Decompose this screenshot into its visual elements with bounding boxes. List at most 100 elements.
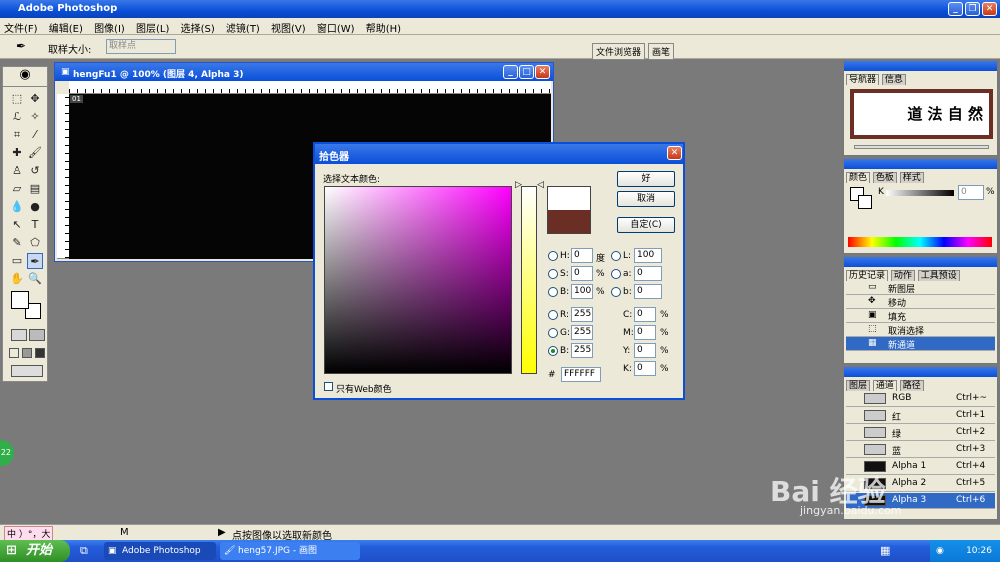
eraser-tool-icon[interactable]: ▱ xyxy=(9,181,25,197)
history-item[interactable]: ▣ 填充 xyxy=(846,309,995,323)
hue-slider[interactable] xyxy=(521,186,537,374)
blue-radio[interactable] xyxy=(548,346,558,356)
dodge-tool-icon[interactable]: ● xyxy=(27,199,43,215)
screen-mode-2-icon[interactable] xyxy=(22,348,32,358)
zoom-tool-icon[interactable]: 🔍 xyxy=(27,271,43,287)
magenta-field[interactable]: 0 xyxy=(634,325,656,340)
lab-l-field[interactable]: 100 xyxy=(634,248,662,263)
quickmask-mode-icon[interactable] xyxy=(29,329,45,341)
brightness-radio[interactable] xyxy=(548,287,558,297)
standard-mode-icon[interactable] xyxy=(11,329,27,341)
color-ramp[interactable] xyxy=(848,237,992,247)
restore-button[interactable]: ❐ xyxy=(965,2,980,16)
eyedropper-icon[interactable]: ✒ xyxy=(16,39,26,53)
hue-field[interactable]: 0 xyxy=(571,248,593,263)
black-field[interactable]: 0 xyxy=(634,361,656,376)
red-radio[interactable] xyxy=(548,310,558,320)
saturation-field[interactable]: 0 xyxy=(571,266,593,281)
move-tool-icon[interactable]: ✥ xyxy=(27,91,43,107)
blue-field[interactable]: 255 xyxy=(571,343,593,358)
eyedropper-tool-icon[interactable]: ✒ xyxy=(27,253,43,269)
tab-tool-presets[interactable]: 工具预设 xyxy=(917,270,960,281)
healing-brush-icon[interactable]: ✚ xyxy=(9,145,25,161)
quicklaunch-icon[interactable]: ⧉ xyxy=(80,544,88,558)
navigator-zoom-slider[interactable] xyxy=(854,145,989,149)
tab-info[interactable]: 信息 xyxy=(881,74,906,85)
green-radio[interactable] xyxy=(548,328,558,338)
network-icon[interactable]: ◉ xyxy=(936,540,944,562)
slider-left-arrow-icon[interactable]: ▷ xyxy=(515,180,522,190)
tab-color[interactable]: 颜色 xyxy=(846,172,871,183)
ime-toolbar[interactable]: 中 ）°，大 xyxy=(4,526,54,541)
tab-file-browser[interactable]: 文件浏览器 xyxy=(592,43,646,60)
hand-tool-icon[interactable]: ✋ xyxy=(9,271,25,287)
side-badge[interactable]: 22 xyxy=(0,440,14,466)
hue-radio[interactable] xyxy=(548,251,558,261)
red-field[interactable]: 255 xyxy=(571,307,593,322)
hex-field[interactable]: FFFFFF xyxy=(561,367,601,382)
tab-history[interactable]: 历史记录 xyxy=(846,270,889,281)
brightness-field[interactable]: 100 xyxy=(571,284,593,299)
picker-close-button[interactable]: ✕ xyxy=(667,146,682,160)
cyan-field[interactable]: 0 xyxy=(634,307,656,322)
path-select-icon[interactable]: ↖ xyxy=(9,217,25,233)
history-brush-icon[interactable]: ↺ xyxy=(27,163,43,179)
imageready-jump-icon[interactable] xyxy=(11,365,43,377)
channel-row[interactable]: 绿 Ctrl+2 xyxy=(846,425,995,441)
tray-app-icon[interactable]: ▦ xyxy=(880,544,890,557)
screen-mode-1-icon[interactable] xyxy=(9,348,19,358)
pen-tool-icon[interactable]: ✎ xyxy=(9,235,25,251)
history-item[interactable]: ⬚ 取消选择 xyxy=(846,323,995,337)
close-button[interactable]: ✕ xyxy=(982,2,997,16)
lab-a-radio[interactable] xyxy=(611,269,621,279)
lasso-tool-icon[interactable]: ℒ xyxy=(9,109,25,125)
shape-tool-icon[interactable]: ⬠ xyxy=(27,235,43,251)
magic-wand-icon[interactable]: ✧ xyxy=(27,109,43,125)
lab-l-radio[interactable] xyxy=(611,251,621,261)
history-item-selected[interactable]: ▦ 新通道 xyxy=(846,337,995,351)
color-field[interactable] xyxy=(324,186,512,374)
document-maximize-button[interactable]: □ xyxy=(519,65,534,79)
history-item[interactable]: ▭ 新图层 xyxy=(846,281,995,295)
k-slider[interactable] xyxy=(886,190,954,196)
slider-right-arrow-icon[interactable]: ◁ xyxy=(537,180,544,190)
channel-row[interactable]: RGB Ctrl+~ xyxy=(846,391,995,407)
minimize-button[interactable]: _ xyxy=(948,2,963,16)
screen-mode-3-icon[interactable] xyxy=(35,348,45,358)
tab-brushes[interactable]: 画笔 xyxy=(648,43,675,60)
marquee-tool-icon[interactable]: ⬚ xyxy=(9,91,25,107)
lab-a-field[interactable]: 0 xyxy=(634,266,662,281)
tab-channels[interactable]: 通道 xyxy=(872,380,897,391)
navigator-preview[interactable]: 道 法 自 然 xyxy=(850,89,993,139)
gradient-tool-icon[interactable]: ▤ xyxy=(27,181,43,197)
lab-b-field[interactable]: 0 xyxy=(634,284,662,299)
slice-tool-icon[interactable]: ⁄ xyxy=(27,127,43,143)
saturation-radio[interactable] xyxy=(548,269,558,279)
cancel-button[interactable]: 取消 xyxy=(617,191,675,207)
tab-layers[interactable]: 图层 xyxy=(846,380,871,391)
tab-navigator[interactable]: 导航器 xyxy=(846,74,880,85)
task-paint[interactable]: 🖌 heng57.JPG - 画图 xyxy=(220,542,360,560)
custom-button[interactable]: 自定(C) xyxy=(617,217,675,233)
tab-paths[interactable]: 路径 xyxy=(899,380,924,391)
web-only-checkbox[interactable] xyxy=(324,382,333,391)
blur-tool-icon[interactable]: 💧 xyxy=(9,199,25,215)
tray-clock[interactable]: 10:26 xyxy=(966,546,992,556)
green-field[interactable]: 255 xyxy=(571,325,593,340)
task-photoshop[interactable]: ▣ Adobe Photoshop xyxy=(104,542,216,560)
notes-tool-icon[interactable]: ▭ xyxy=(9,253,25,269)
sample-size-select[interactable]: 取样点 xyxy=(106,39,176,54)
color-panel-bg-swatch[interactable] xyxy=(858,195,872,209)
lab-b-radio[interactable] xyxy=(611,287,621,297)
document-close-button[interactable]: ✕ xyxy=(535,65,550,79)
stamp-tool-icon[interactable]: ♙ xyxy=(9,163,25,179)
tab-styles[interactable]: 样式 xyxy=(899,172,924,183)
channel-row[interactable]: 蓝 Ctrl+3 xyxy=(846,442,995,458)
tab-actions[interactable]: 动作 xyxy=(890,270,915,281)
brush-tool-icon[interactable]: 🖌 xyxy=(27,145,43,161)
history-item[interactable]: ✥ 移动 xyxy=(846,295,995,309)
k-field[interactable]: 0 xyxy=(958,185,984,200)
yellow-field[interactable]: 0 xyxy=(634,343,656,358)
channel-row[interactable]: 红 Ctrl+1 xyxy=(846,408,995,424)
status-arrow-icon[interactable]: ▶ xyxy=(218,527,226,538)
